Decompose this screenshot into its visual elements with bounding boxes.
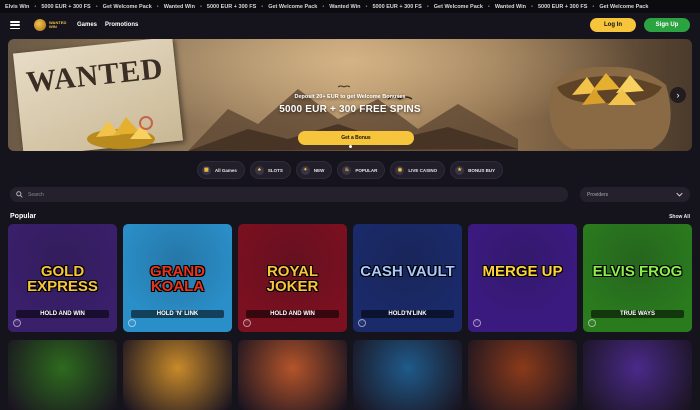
game-tile[interactable]: MERGE UP ♡ bbox=[468, 224, 577, 332]
ticker-item: 5000 EUR + 300 FS bbox=[372, 3, 422, 10]
logo-badge-icon bbox=[34, 19, 46, 31]
favorite-icon[interactable]: ♡ bbox=[13, 319, 21, 327]
ticker-item: 5000 EUR + 300 FS bbox=[206, 3, 257, 10]
hero-banner[interactable]: WANTED Deposit 20+ EUR to get Welcome Bo… bbox=[8, 39, 692, 151]
ticker-item: 5000 EUR + 300 FS bbox=[537, 3, 588, 10]
hero-title: 5000 EUR + 300 FREE SPINS bbox=[279, 104, 421, 115]
ticker-item: Wanted Win bbox=[163, 3, 195, 10]
fire-icon: ♨ bbox=[342, 165, 352, 175]
search-icon bbox=[16, 191, 23, 198]
main-nav: Games Promotions bbox=[77, 22, 138, 28]
slots-icon: ♣ bbox=[254, 165, 264, 175]
game-subtitle: HOLD AND WIN bbox=[16, 310, 109, 318]
ticker-item: Wanted Win bbox=[494, 3, 527, 10]
category-new[interactable]: ✦ NEW bbox=[295, 161, 333, 179]
providers-label: Providers bbox=[587, 191, 609, 198]
game-subtitle: HOLD AND WIN bbox=[246, 310, 339, 318]
chevron-right-icon[interactable]: › bbox=[670, 87, 686, 103]
category-live-casino[interactable]: ◉ LIVE CASINO bbox=[390, 161, 446, 179]
ticker-item: Wanted Win bbox=[329, 3, 361, 10]
promo-ticker: Elvis Win • 5000 EUR + 300 FS • Get Welcome … bbox=[0, 0, 700, 13]
game-subtitle: HOLD 'N' LINK bbox=[131, 310, 224, 318]
category-slots[interactable]: ♣ SLOTS bbox=[249, 161, 291, 179]
ticker-item: Get Welcome Pack bbox=[433, 3, 483, 10]
ticker-item: Get Welcome Pack bbox=[102, 3, 152, 10]
search-placeholder: Search bbox=[28, 191, 44, 198]
carousel-dot[interactable] bbox=[348, 145, 352, 148]
game-title: MERGE UP bbox=[482, 263, 563, 280]
game-tile[interactable]: GOLD EXPRESS HOLD AND WIN ♡ bbox=[8, 224, 117, 332]
gold-nuggets-illustration bbox=[87, 116, 155, 149]
category-popular[interactable]: ♨ POPULAR bbox=[337, 161, 386, 179]
category-all-games[interactable]: ▦ All Games bbox=[196, 161, 245, 179]
popular-section-title: Popular bbox=[10, 213, 37, 220]
login-button[interactable]: Log In bbox=[590, 18, 636, 32]
ticker-item: Elvis Win bbox=[5, 3, 30, 10]
game-tile[interactable]: ROYAL JOKER HOLD AND WIN ♡ bbox=[238, 224, 347, 332]
game-tile[interactable]: ELVIS FROG TRUE WAYS ♡ bbox=[583, 224, 692, 332]
game-title: GOLD EXPRESS bbox=[27, 263, 98, 295]
logo-text: WANTED WIN bbox=[49, 19, 67, 29]
bonus-icon: ★ bbox=[455, 165, 465, 175]
popular-games-grid: GOLD EXPRESS HOLD AND WIN ♡ GRAND KOALA HOLD… bbox=[8, 224, 692, 410]
favorite-icon[interactable]: ♡ bbox=[588, 319, 596, 327]
favorite-icon[interactable]: ♡ bbox=[473, 319, 481, 327]
menu-icon[interactable] bbox=[10, 21, 20, 29]
site-logo[interactable]: WANTED WIN bbox=[34, 19, 67, 31]
ticker-item: Get Welcome Pack bbox=[599, 3, 649, 10]
category-label: NEW bbox=[313, 167, 325, 173]
live-icon: ◉ bbox=[395, 165, 405, 175]
game-title: ROYAL JOKER bbox=[266, 263, 319, 295]
signup-button[interactable]: Sign Up bbox=[644, 18, 690, 32]
providers-dropdown[interactable]: Providers bbox=[580, 187, 690, 202]
new-icon: ✦ bbox=[300, 165, 310, 175]
game-title: CASH VAULT bbox=[360, 263, 455, 280]
game-tile[interactable]: CASH VAULT HOLD'N'LINK ♡ bbox=[353, 224, 462, 332]
get-bonus-button[interactable]: Get a Bonus bbox=[298, 131, 414, 145]
ticker-item: 5000 EUR + 300 FS bbox=[41, 3, 91, 10]
category-label: POPULAR bbox=[355, 167, 378, 173]
category-bar: ▦ All Games ♣ SLOTS ✦ NEW ♨ POPULAR ◉ LIVE CASINO… bbox=[0, 161, 700, 179]
category-label: All Games bbox=[214, 167, 237, 173]
grid-icon: ▦ bbox=[201, 165, 211, 175]
chevron-down-icon bbox=[676, 192, 683, 197]
favorite-icon[interactable]: ♡ bbox=[358, 319, 366, 327]
category-bonus-buy[interactable]: ★ BONUS BUY bbox=[450, 161, 504, 179]
game-tile[interactable]: GRAND KOALA HOLD 'N' LINK ♡ bbox=[123, 224, 232, 332]
show-all-link[interactable]: Show All bbox=[669, 214, 690, 220]
nav-promotions[interactable]: Promotions bbox=[105, 22, 138, 28]
top-header: WANTED WIN Games Promotions Log In Sign … bbox=[0, 13, 700, 37]
search-input[interactable]: Search bbox=[10, 187, 568, 202]
category-label: BONUS BUY bbox=[468, 167, 496, 173]
carousel-dots bbox=[0, 145, 700, 148]
hero-subtitle: Deposit 20+ EUR to get Welcome Bonuses bbox=[294, 94, 406, 100]
category-label: SLOTS bbox=[267, 167, 283, 173]
category-label: LIVE CASINO bbox=[408, 167, 438, 173]
favorite-icon[interactable]: ♡ bbox=[243, 319, 251, 327]
game-subtitle: HOLD'N'LINK bbox=[361, 310, 454, 318]
favorite-icon[interactable]: ♡ bbox=[128, 319, 136, 327]
ticker-item: Get Welcome Pack bbox=[268, 3, 318, 10]
game-subtitle: TRUE WAYS bbox=[591, 310, 684, 318]
nav-games[interactable]: Games bbox=[77, 22, 97, 28]
game-title: GRAND KOALA bbox=[150, 263, 205, 295]
game-title: ELVIS FROG bbox=[592, 263, 683, 280]
